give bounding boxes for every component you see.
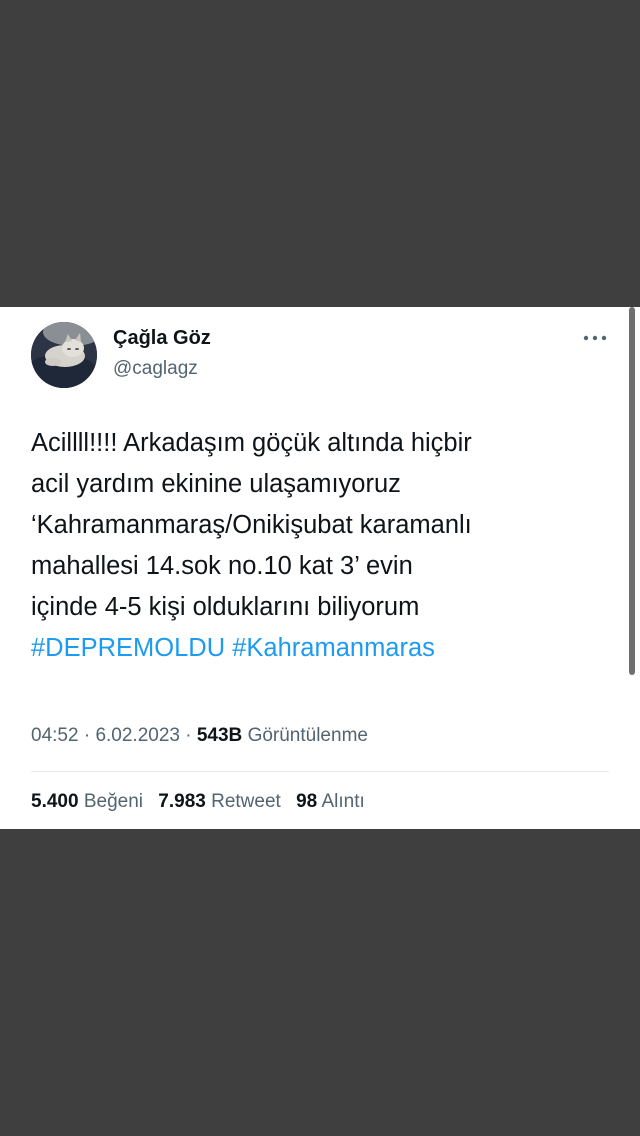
tweet-text-line: mahallesi 14.sok no.10 kat 3’ evin <box>31 552 413 580</box>
author-display-name[interactable]: Çağla Göz <box>113 327 211 350</box>
divider <box>31 771 609 772</box>
tweet-text-line: içinde 4-5 kişi olduklarını biliyorum <box>31 593 420 621</box>
cat-photo-icon <box>31 322 97 388</box>
scrollbar[interactable] <box>629 307 635 675</box>
hashtag-kahramanmaras[interactable]: #Kahramanmaras <box>232 634 435 662</box>
more-horizontal-icon[interactable] <box>582 331 608 345</box>
avatar[interactable] <box>31 322 97 388</box>
screen: { "tweet": { "author": { "display_name":… <box>0 0 640 1136</box>
author-handle[interactable]: @caglagz <box>113 358 198 380</box>
likes-count: 5.400 <box>31 791 79 812</box>
tweet-date[interactable]: 6.02.2023 <box>95 725 180 746</box>
quotes-count: 98 <box>296 791 318 812</box>
retweets-label: Retweet <box>211 791 281 812</box>
meta-separator: · <box>185 725 192 746</box>
views-label: Görüntülenme <box>247 725 368 746</box>
engagement-stats: 5.400 Beğeni 7.983 Retweet 98 Alıntı <box>31 791 375 813</box>
tweet-time[interactable]: 04:52 <box>31 725 79 746</box>
tweet-text-line: Acillll!!!! Arkadaşım göçük altında hiçb… <box>31 429 472 457</box>
tweet-card: Çağla Göz @caglagz Acillll!!!! Arkadaşım… <box>0 307 640 829</box>
likes-label: Beğeni <box>83 791 143 812</box>
quotes-stat[interactable]: 98 Alıntı <box>296 791 365 812</box>
hashtag-depremoldu[interactable]: #DEPREMOLDU <box>31 634 225 662</box>
retweets-count: 7.983 <box>158 791 206 812</box>
meta-separator: · <box>83 725 91 746</box>
views-count: 543B <box>196 725 243 746</box>
tweet-text: Acillll!!!! Arkadaşım göçük altında hiçb… <box>31 423 621 669</box>
tweet-text-line: ‘Kahramanmaraş/Onikişubat karamanlı <box>31 511 472 539</box>
likes-stat[interactable]: 5.400 Beğeni <box>31 791 143 812</box>
tweet-text-line: acil yardım ekinine ulaşamıyoruz <box>31 470 401 498</box>
retweets-stat[interactable]: 7.983 Retweet <box>158 791 281 812</box>
quotes-label: Alıntı <box>321 791 365 812</box>
hashtag-line: #DEPREMOLDU #Kahramanmaras <box>31 628 621 669</box>
tweet-meta: 04:52 · 6.02.2023 · 543B Görüntülenme <box>31 725 368 747</box>
